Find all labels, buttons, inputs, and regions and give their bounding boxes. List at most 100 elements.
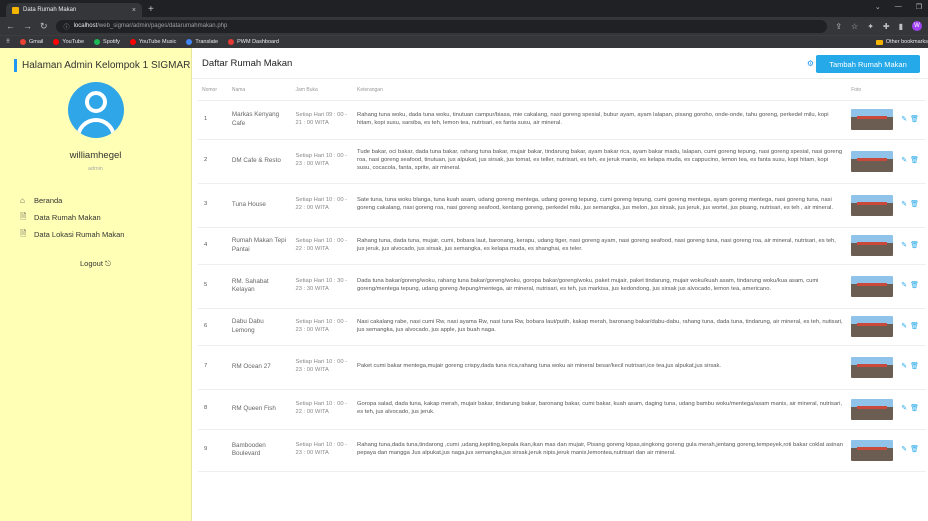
cell-aksi: ✎ 🗑 [897,183,926,228]
cell-jam-buka: Setiap Hari 10 : 30 - 23 : 30 WITA [291,264,354,309]
cell-jam-buka: Setiap Hari 10 : 00 - 23 : 00 WITA [291,345,354,390]
close-tab-icon[interactable]: × [132,7,136,14]
add-rumah-makan-button[interactable]: Tambah Rumah Makan [816,55,920,73]
bookmark-label: PWM Dashboard [237,39,279,45]
sidebar-item-label: Beranda [34,196,63,205]
bookmark-item[interactable]: YouTube [53,39,84,45]
bookmark-favicon-icon [94,39,101,45]
bookmark-item[interactable]: PWM Dashboard [228,39,279,45]
edit-icon[interactable]: ✎ [901,446,907,453]
bookmark-item[interactable]: Gmail [20,39,43,45]
edit-icon[interactable]: ✎ [901,405,907,412]
bookmark-label: YouTube [62,39,85,45]
cell-aksi: ✎ 🗑 [897,100,926,140]
cell-jam-buka: Setiap Hari 10 : 00 - 23 : 00 WITA [291,308,354,346]
puzzle-icon[interactable]: ✚ [883,22,890,31]
cell-jam-buka: Setiap Hari 10 : 00 - 22 : 00 WITA [291,227,354,265]
logout-icon: ⎋ [105,259,111,268]
rumah-makan-table: Nomor Nama Jam Buka Keterangan Foto 1 Mar… [198,81,926,472]
column-header: Nama [227,81,292,101]
profile-avatar[interactable]: W [912,21,922,31]
delete-icon[interactable]: 🗑 [910,116,919,123]
cell-keterangan: Goropa salad, dada tuna, kakap merah, mu… [353,389,848,430]
column-header: Keterangan [353,81,848,101]
other-bookmarks[interactable]: Other bookmarks [875,39,928,45]
sidepanel-icon[interactable]: ▮ [899,22,903,31]
edit-icon[interactable]: ✎ [901,282,907,289]
document-icon: 🗎 [20,228,27,238]
apps-icon[interactable]: ⠿ [6,39,10,45]
sidebar-menu: ⌂ Beranda 🗎 Data Rumah Makan 🗎 Data Loka… [0,192,191,243]
cell-foto [847,139,898,184]
main-panel: Daftar Rumah Makan ⚙ Tambah Rumah Makan … [192,48,928,521]
bookmark-item[interactable]: YouTube Music [129,39,176,45]
edit-icon[interactable]: ✎ [901,363,907,370]
extension-icon[interactable]: ✦ [867,22,874,31]
delete-icon[interactable]: 🗑 [910,446,919,453]
restaurant-photo [851,194,894,216]
cell-keterangan: Sate tuna, tuna woku blanga, tuna kuah a… [353,183,848,228]
sidebar-title-text: Halaman Admin Kelompok 1 SIGMAR [22,60,191,71]
logout-link[interactable]: Logout ⎋ [0,259,191,269]
forward-icon[interactable]: → [23,21,32,31]
back-icon[interactable]: ← [6,21,15,31]
edit-icon[interactable]: ✎ [901,157,907,164]
browser-tab[interactable]: Data Rumah Makan × [6,3,142,17]
info-icon[interactable]: ⓘ [64,22,70,31]
table-row: 4 Rumah Makan Tepi Pantai Setiap Hari 10 :… [198,227,926,265]
bookmark-favicon-icon [129,39,136,45]
delete-icon[interactable]: 🗑 [910,242,919,249]
restore-icon[interactable]: ❐ [916,3,922,11]
cell-nama: RM Ocean 27 [227,345,292,390]
restaurant-photo [851,439,894,461]
minimize-icon[interactable]: — [895,3,902,11]
browser-window: { "browser": { "tab_title": "Data Rumah … [0,0,928,521]
reload-icon[interactable]: ↻ [40,21,48,32]
new-tab-button[interactable]: + [148,4,154,15]
page-title: Daftar Rumah Makan [202,57,293,69]
delete-icon[interactable]: 🗑 [910,405,919,412]
cell-foto [847,100,898,140]
bookmark-favicon-icon [20,39,27,45]
delete-icon[interactable]: 🗑 [910,363,919,370]
delete-icon[interactable]: 🗑 [910,282,919,289]
column-header: Jam Buka [291,81,354,101]
star-icon[interactable]: ☆ [851,22,858,31]
document-icon: 🗎 [20,211,27,221]
sidebar-item-beranda[interactable]: ⌂ Beranda [20,192,191,209]
edit-icon[interactable]: ✎ [901,242,907,249]
delete-icon[interactable]: 🗑 [910,201,919,208]
delete-icon[interactable]: 🗑 [910,157,919,164]
bookmark-label: Translate [195,39,219,45]
cell-nama: Tuna House [227,183,292,228]
cell-nama: DM Cafe & Resto [227,139,292,184]
chevron-down-icon[interactable]: ⌄ [875,3,881,11]
table-row: 1 Markas Kenyang Cafe Setiap Hari 09 : 00 … [198,100,926,140]
sidebar-item-data-rumah-makan[interactable]: 🗎 Data Rumah Makan [20,209,191,226]
bookmark-item[interactable]: Translate [186,39,218,45]
cell-aksi: ✎ 🗑 [897,227,926,265]
sidebar-item-label: Data Lokasi Rumah Makan [34,230,125,239]
cell-jam-buka: Setiap Hari 10 : 00 - 22 : 00 WITA [291,183,354,228]
cell-aksi: ✎ 🗑 [897,308,926,346]
address-bar[interactable]: ⓘ localhost/web_sigmar/admin/pages/datar… [55,19,828,33]
window-controls: ⌄ — ❐ [875,3,922,11]
bookmark-label: Gmail [29,39,44,45]
cell-foto [847,308,898,346]
sidebar-item-data-lokasi[interactable]: 🗎 Data Lokasi Rumah Makan [20,226,191,243]
gear-icon[interactable]: ⚙ [807,59,814,68]
restaurant-photo [851,275,894,297]
edit-icon[interactable]: ✎ [901,201,907,208]
cell-aksi: ✎ 🗑 [897,264,926,309]
delete-icon[interactable]: 🗑 [910,323,919,330]
share-icon[interactable]: ⇪ [835,22,842,31]
cell-aksi: ✎ 🗑 [897,389,926,430]
edit-icon[interactable]: ✎ [901,116,907,123]
cell-keterangan: Tude bakar, oci bakar, dada tuna bakar, … [353,139,848,184]
table-body: 1 Markas Kenyang Cafe Setiap Hari 09 : 00 … [198,100,926,472]
cell-aksi: ✎ 🗑 [897,139,926,184]
title-accent [14,59,17,72]
bookmark-item[interactable]: Spotify [94,39,120,45]
edit-icon[interactable]: ✎ [901,323,907,330]
cell-nama: Bambooden Boulevard [227,429,292,472]
